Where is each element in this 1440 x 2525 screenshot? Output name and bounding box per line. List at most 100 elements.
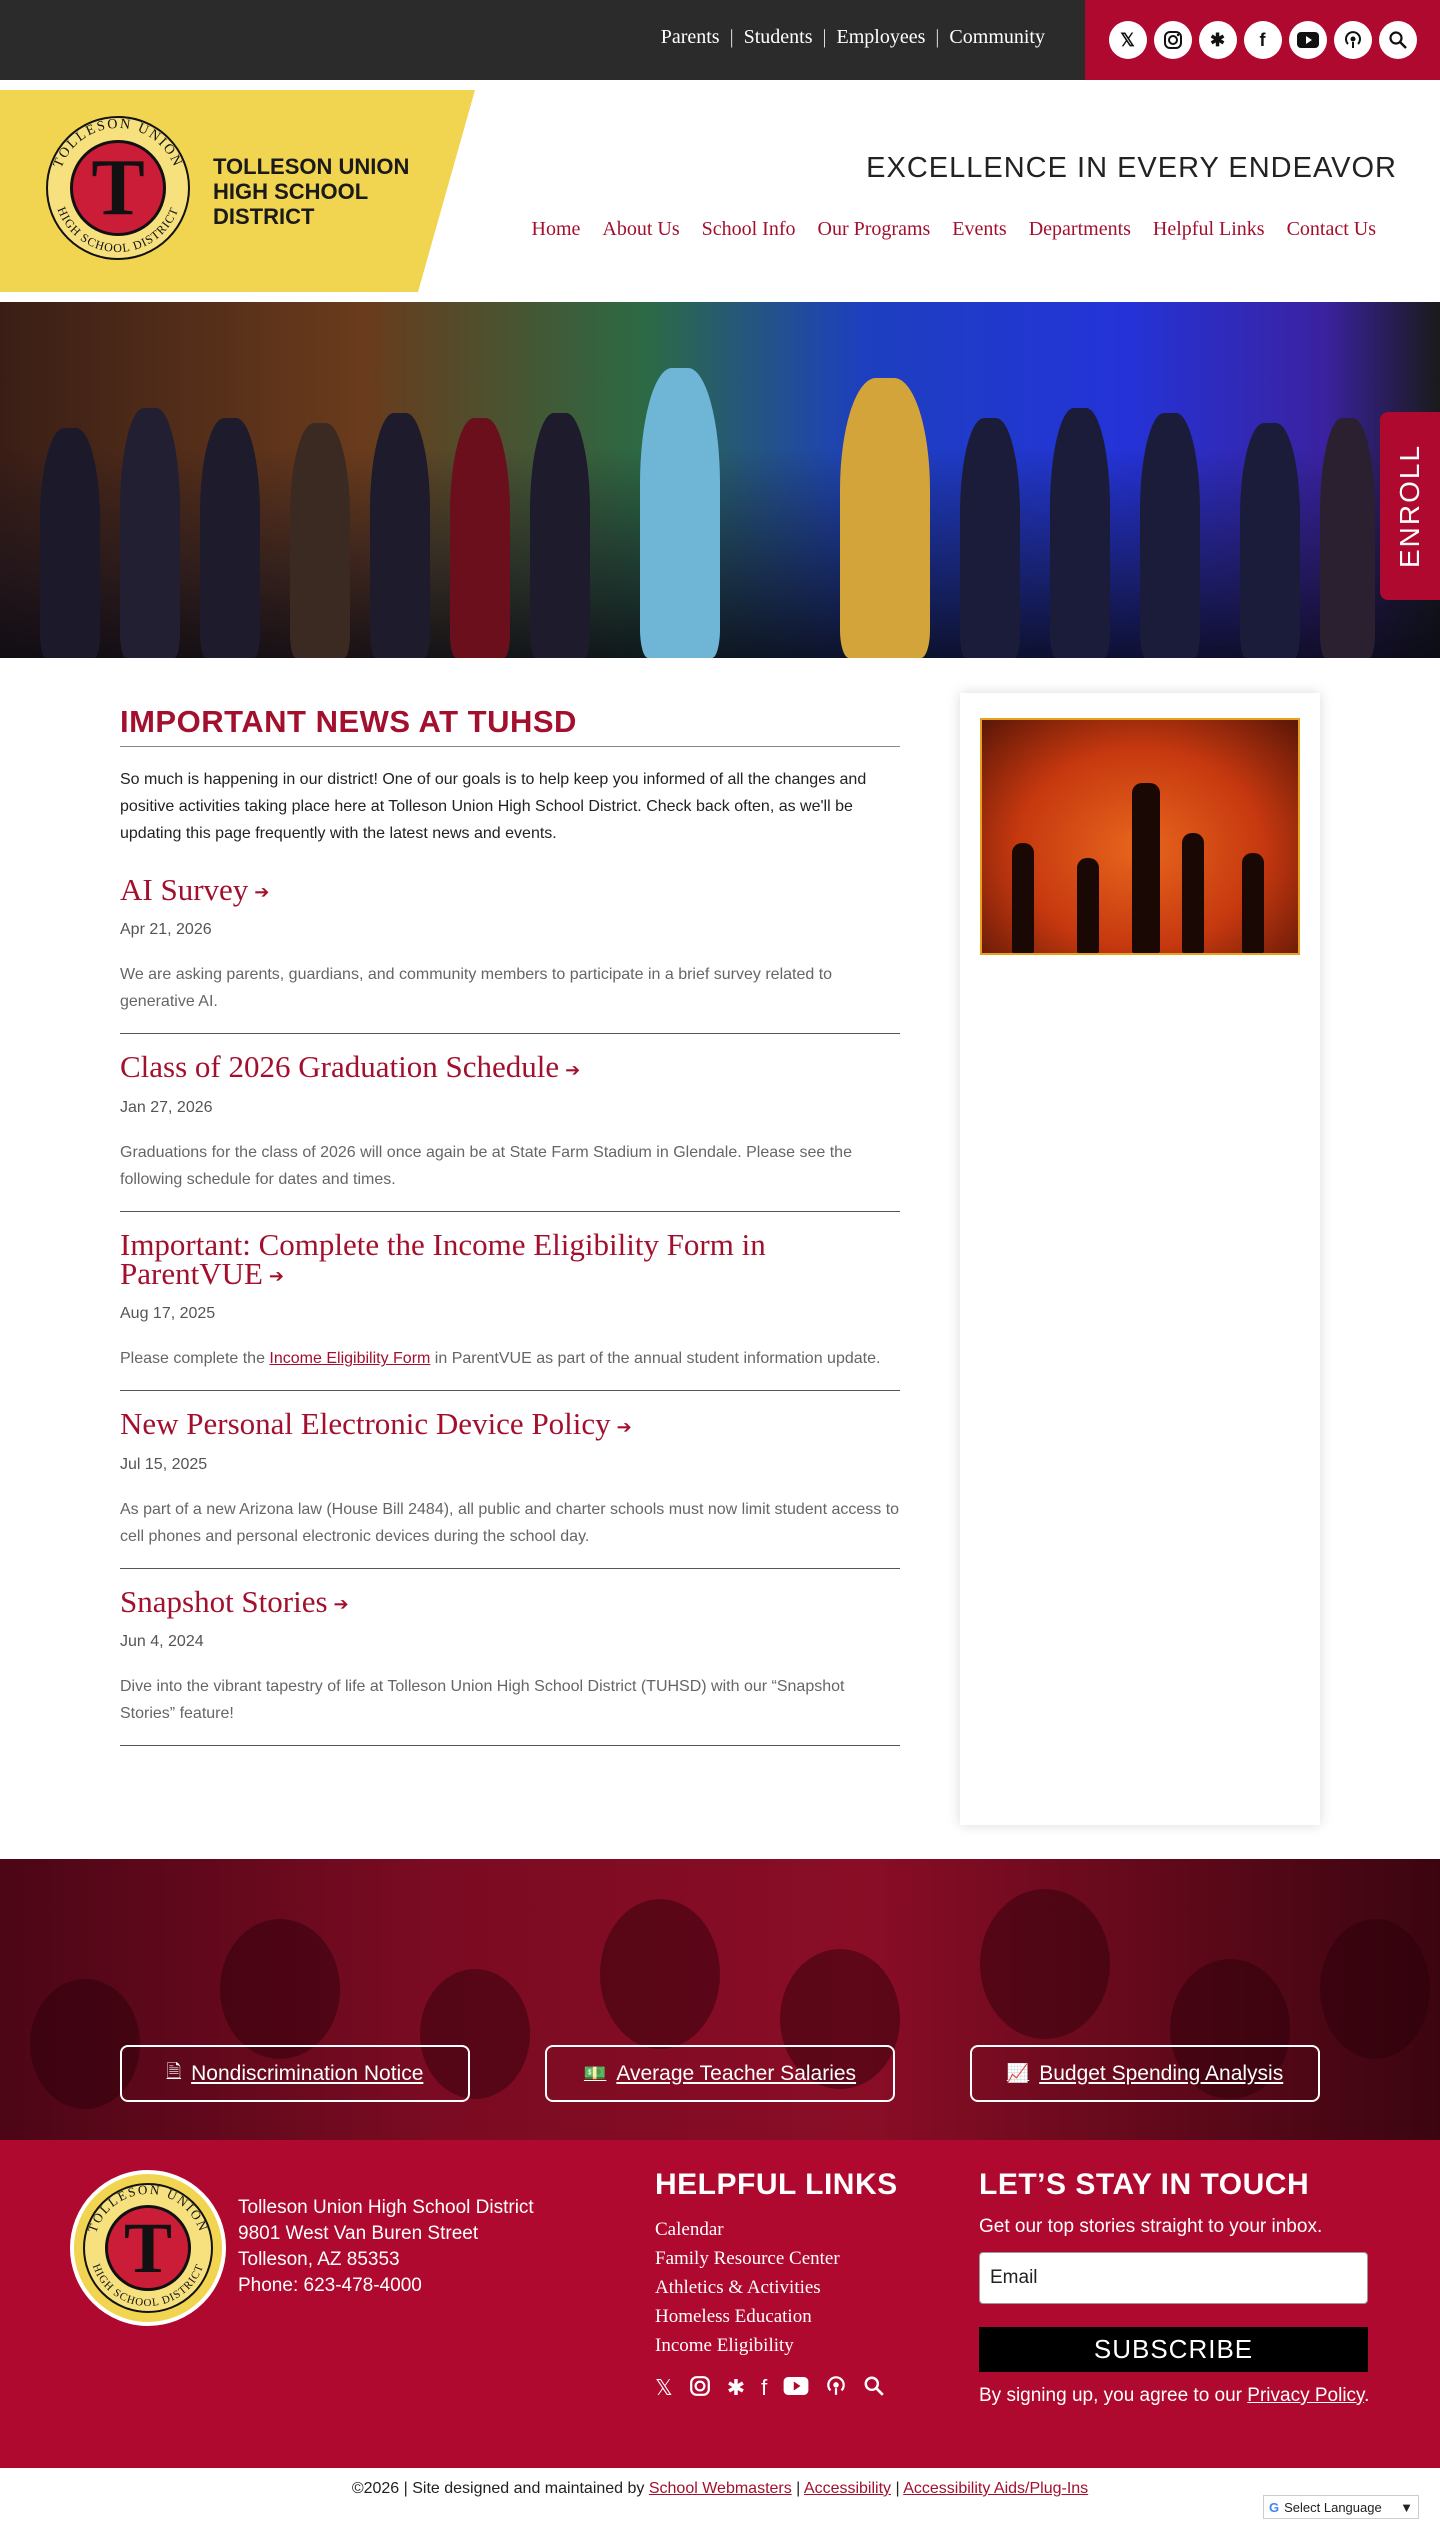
chevron-down-icon: ▼: [1400, 2499, 1413, 2515]
news-list: AI Survey ➔ Apr 21, 2026 We are asking pa…: [120, 872, 900, 1764]
instagram-icon[interactable]: [689, 2375, 711, 2403]
address-line[interactable]: Phone: 623-478-4000: [238, 2273, 534, 2299]
separator: |: [891, 2480, 904, 2497]
hero-figure: [1240, 423, 1300, 658]
footer-link-family-resource-center[interactable]: Family Resource Center: [655, 2244, 840, 2273]
utility-nav: Parents | Students | Employees | Communi…: [661, 26, 1045, 49]
x-icon[interactable]: 𝕏: [1108, 21, 1147, 59]
youtube-icon[interactable]: [783, 2375, 809, 2403]
hero-figure: [370, 413, 430, 658]
separator: |: [822, 26, 827, 48]
separator: |: [791, 2480, 804, 2497]
banner-face: [600, 1899, 720, 2049]
linktree-icon[interactable]: ✱: [1198, 21, 1237, 59]
nav-helpful-links[interactable]: Helpful Links: [1153, 218, 1265, 241]
dancer-figure: [1132, 783, 1160, 953]
news-title-link[interactable]: AI Survey ➔: [120, 872, 900, 907]
nav-about-us[interactable]: About Us: [602, 218, 679, 241]
google-icon: G: [1269, 2499, 1280, 2515]
hero-figure: [120, 408, 180, 658]
news-summary: Please complete the Income Eligibility F…: [120, 1345, 900, 1372]
tagline: EXCELLENCE IN EVERY ENDEAVOR: [866, 152, 1397, 184]
news-title-link[interactable]: New Personal Electronic Device Policy ➔: [120, 1408, 900, 1441]
news-title: Snapshot Stories: [120, 1583, 328, 1619]
nav-contact-us[interactable]: Contact Us: [1287, 218, 1376, 241]
podcast-icon[interactable]: [1333, 21, 1372, 59]
email-field[interactable]: [979, 2252, 1368, 2304]
search-icon[interactable]: [1378, 21, 1417, 59]
separator: |: [935, 26, 940, 48]
news-title: Class of 2026 Graduation Schedule: [120, 1049, 560, 1085]
facebook-icon[interactable]: f: [761, 2375, 767, 2403]
news-item: Snapshot Stories ➔ Jun 4, 2024 Dive into …: [120, 1583, 900, 1746]
main-nav: Home About Us School Info Our Programs E…: [532, 218, 1377, 241]
nondiscrimination-notice-button[interactable]: 🗎 Nondiscrimination Notice: [120, 2045, 470, 2102]
seal-text: TOLLESON UNION HIGH SCHOOL DISTRICT: [51, 117, 183, 255]
brand-name[interactable]: TOLLESON UNION HIGH SCHOOL DISTRICT: [213, 154, 443, 229]
footer-seal[interactable]: T TOLLESON UNION HIGH SCHOOL DISTRICT: [70, 2170, 226, 2326]
news-date: Apr 21, 2026: [120, 921, 212, 939]
seal-bottom-text: HIGH SCHOOL DISTRICT: [55, 205, 181, 255]
nav-events[interactable]: Events: [952, 218, 1006, 241]
seal-top-text: TOLLESON UNION: [51, 117, 183, 170]
util-link-students[interactable]: Students: [744, 26, 813, 49]
x-icon[interactable]: 𝕏: [655, 2375, 673, 2403]
util-link-parents[interactable]: Parents: [661, 26, 720, 49]
district-seal[interactable]: T TOLLESON UNION HIGH SCHOOL DISTRICT: [36, 106, 200, 270]
dancer-figure: [1182, 833, 1204, 953]
linktree-icon[interactable]: ✱: [727, 2375, 745, 2403]
hero-image: [0, 302, 1440, 658]
instagram-icon[interactable]: [1153, 21, 1192, 59]
language-select[interactable]: G Select Language ▼: [1263, 2495, 1419, 2519]
budget-spending-analysis-button[interactable]: 📈 Budget Spending Analysis: [970, 2045, 1320, 2102]
dancer-figure: [1242, 853, 1264, 953]
hero-figure: [1050, 408, 1110, 658]
enroll-tab[interactable]: ENROLL: [1380, 412, 1440, 600]
news-title-link[interactable]: Class of 2026 Graduation Schedule ➔: [120, 1049, 900, 1085]
footer-link-income-eligibility[interactable]: Income Eligibility: [655, 2331, 840, 2360]
copyright-text: ©2026 | Site designed and maintained by: [351, 2480, 649, 2497]
news-summary: Graduations for the class of 2026 will o…: [120, 1143, 852, 1188]
subscribe-button[interactable]: SUBSCRIBE: [979, 2327, 1368, 2372]
nav-departments[interactable]: Departments: [1029, 218, 1131, 241]
svg-text:HIGH SCHOOL DISTRICT: HIGH SCHOOL DISTRICT: [55, 205, 182, 255]
youtube-icon[interactable]: [1288, 21, 1327, 59]
accessibility-aids-link[interactable]: Accessibility Aids/Plug-Ins: [903, 2480, 1088, 2497]
button-label: Nondiscrimination Notice: [191, 2061, 424, 2085]
util-link-employees[interactable]: Employees: [837, 26, 926, 49]
intro-text: So much is happening in our district! On…: [120, 771, 867, 842]
page-title: IMPORTANT NEWS AT TUHSD: [120, 704, 900, 747]
income-eligibility-form-link[interactable]: Income Eligibility Form: [269, 1350, 430, 1367]
stay-in-touch-title: LET’S STAY IN TOUCH: [979, 2168, 1310, 2201]
accessibility-link[interactable]: Accessibility: [804, 2480, 891, 2497]
average-teacher-salaries-button[interactable]: 💵 Average Teacher Salaries: [545, 2045, 895, 2102]
privacy-text: By signing up, you agree to our: [979, 2385, 1248, 2406]
news-title-link[interactable]: Snapshot Stories ➔: [120, 1583, 900, 1619]
news-title: AI Survey: [120, 872, 249, 907]
privacy-policy-link[interactable]: Privacy Policy: [1247, 2385, 1364, 2406]
school-webmasters-link[interactable]: School Webmasters: [649, 2480, 792, 2497]
podcast-icon[interactable]: [825, 2375, 847, 2403]
search-icon[interactable]: [863, 2375, 885, 2403]
hero-figure: [640, 368, 720, 658]
footer-link-homeless-education[interactable]: Homeless Education: [655, 2302, 840, 2331]
nav-our-programs[interactable]: Our Programs: [818, 218, 931, 241]
dancer-figure: [1077, 858, 1099, 953]
address-line: Tolleson Union High School District: [238, 2197, 534, 2218]
util-link-community[interactable]: Community: [949, 26, 1045, 49]
arrow-right-icon: ➔: [254, 882, 270, 903]
footer-link-calendar[interactable]: Calendar: [655, 2215, 840, 2244]
nav-school-info[interactable]: School Info: [702, 218, 796, 241]
document-icon: 🗎: [166, 2060, 182, 2081]
copyright-bar: ©2026 | Site designed and maintained by …: [0, 2480, 1440, 2498]
hero-figure: [530, 413, 590, 658]
nav-home[interactable]: Home: [532, 218, 581, 241]
news-date: Jan 27, 2026: [120, 1098, 213, 1116]
news-date: Jul 15, 2025: [120, 1455, 208, 1473]
top-bar: Parents | Students | Employees | Communi…: [0, 0, 1440, 80]
news-title-link[interactable]: Important: Complete the Income Eligibili…: [120, 1229, 900, 1291]
dance-photo: [980, 718, 1300, 955]
facebook-icon[interactable]: f: [1243, 21, 1282, 59]
footer-link-athletics-activities[interactable]: Athletics & Activities: [655, 2273, 840, 2302]
helpful-links-title: HELPFUL LINKS: [655, 2168, 898, 2201]
